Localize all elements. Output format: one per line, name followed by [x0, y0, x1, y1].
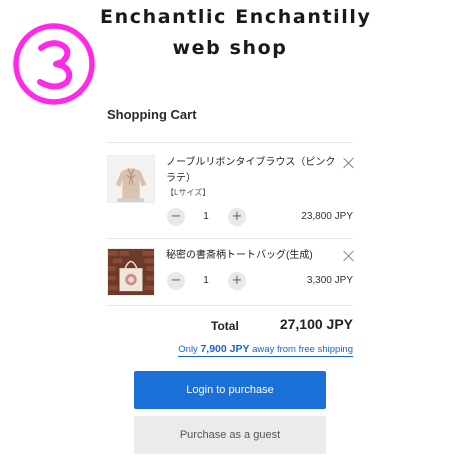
tote-bag-photo	[108, 249, 154, 295]
item-variant: 【Lサイズ】	[166, 188, 211, 197]
remove-item-close-icon[interactable]	[343, 250, 355, 262]
product-image-blouse[interactable]	[107, 155, 155, 203]
item-name[interactable]: 秘密の書斎柄トートバッグ(生成)	[166, 248, 338, 264]
blouse-photo	[108, 156, 154, 202]
circled-number-three-icon	[13, 23, 95, 105]
purchase-as-guest-button[interactable]: Purchase as a guest	[134, 416, 326, 454]
login-to-purchase-button[interactable]: Login to purchase	[134, 371, 326, 409]
decrease-quantity-button[interactable]: −	[167, 272, 185, 290]
total-label: Total	[211, 319, 239, 333]
remove-item-close-icon[interactable]	[343, 157, 355, 169]
quantity-value: 1	[203, 211, 209, 222]
decrease-quantity-button[interactable]: −	[167, 208, 185, 226]
total-value: 27,100 JPY	[279, 316, 353, 332]
shipping-prefix: Only	[178, 344, 198, 355]
shipping-suffix: away from free shipping	[252, 344, 353, 355]
shipping-amount: 7,900 JPY	[200, 343, 250, 355]
shop-title-line-1: Enchantlic Enchantilly	[100, 6, 372, 28]
item-price: 23,800 JPY	[301, 211, 353, 222]
increase-quantity-button[interactable]: +	[228, 208, 246, 226]
divider	[107, 305, 353, 306]
divider	[107, 142, 353, 143]
divider	[107, 238, 353, 239]
quantity-value: 1	[203, 275, 209, 286]
item-name[interactable]: ノーブルリボンタイブラウス（ピンクラテ）	[166, 155, 338, 187]
product-image-tote[interactable]	[107, 248, 155, 296]
shop-title-line-2: web shop	[172, 37, 288, 59]
step-number-marker	[12, 22, 96, 106]
cart-heading: Shopping Cart	[107, 107, 197, 122]
free-shipping-note: Only 7,900 JPY away from free shipping	[178, 343, 353, 357]
item-price: 3,300 JPY	[306, 275, 353, 286]
increase-quantity-button[interactable]: +	[228, 272, 246, 290]
